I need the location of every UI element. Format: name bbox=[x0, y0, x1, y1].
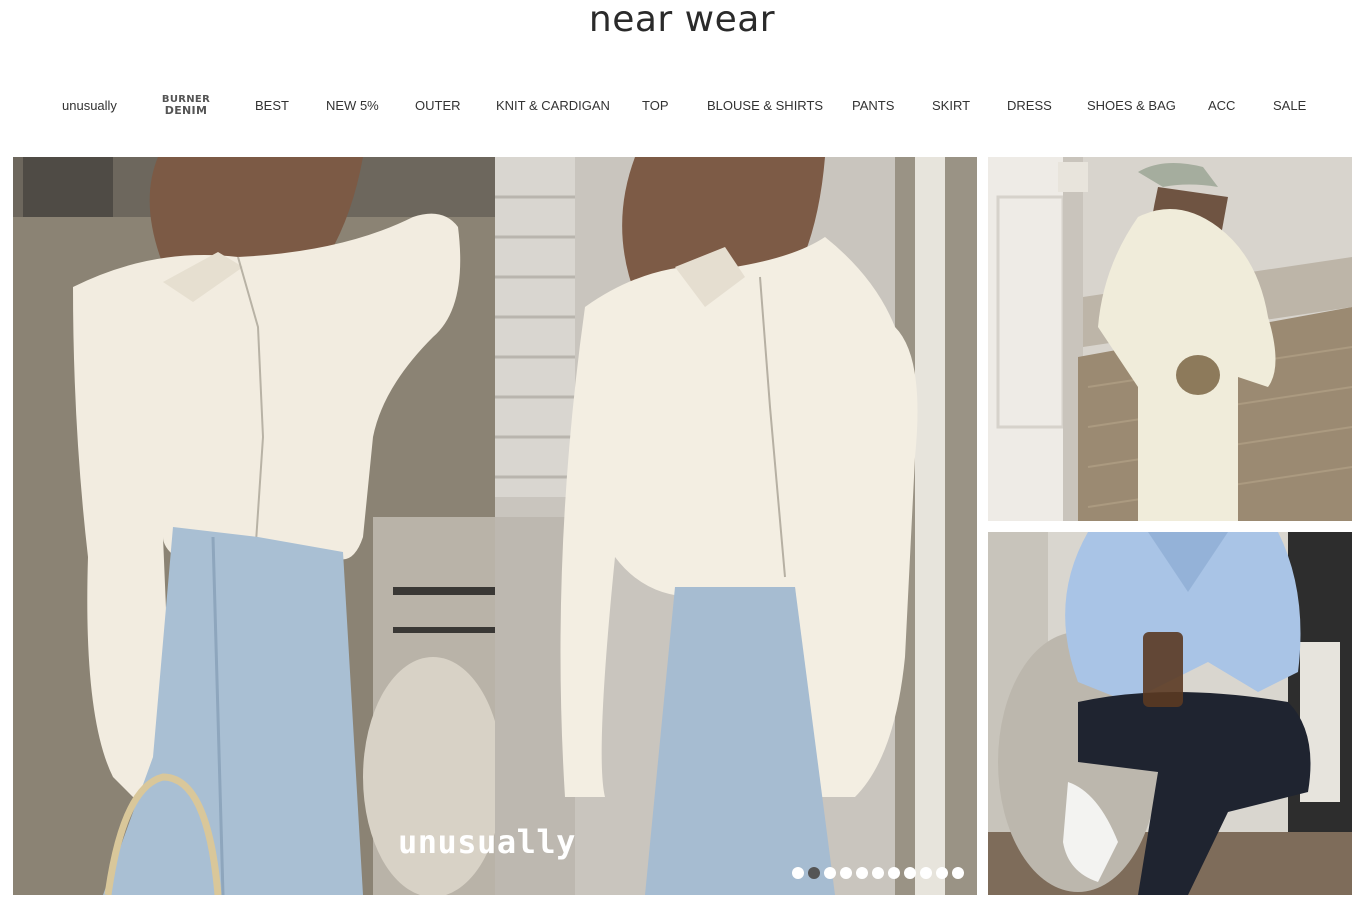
hero-photo-left-image bbox=[13, 157, 495, 895]
nav-item-sale[interactable]: SALE bbox=[1273, 88, 1306, 122]
nav-item-new[interactable]: NEW 5% bbox=[326, 88, 379, 122]
slider-dot-9[interactable] bbox=[920, 867, 932, 879]
side-banner-top-image bbox=[988, 157, 1352, 521]
nav-item-knit-cardigan[interactable]: KNIT & CARDIGAN bbox=[496, 88, 610, 122]
side-banner-bottom-image bbox=[988, 532, 1352, 895]
slider-dot-1[interactable] bbox=[792, 867, 804, 879]
nav-item-skirt[interactable]: SKIRT bbox=[932, 88, 970, 122]
nav-item-pants[interactable]: PANTS bbox=[852, 88, 894, 122]
slider-dot-8[interactable] bbox=[904, 867, 916, 879]
hero-slider[interactable]: unusually bbox=[13, 157, 977, 895]
nav-item-acc[interactable]: ACC bbox=[1208, 88, 1235, 122]
nav-item-top[interactable]: TOP bbox=[642, 88, 669, 122]
hero-photo-right-image bbox=[495, 157, 977, 895]
site-logo[interactable]: near wear bbox=[0, 0, 1364, 46]
slider-dot-11[interactable] bbox=[952, 867, 964, 879]
nav-item-outer[interactable]: OUTER bbox=[415, 88, 461, 122]
category-nav: unusually BURNER DENIM BEST NEW 5% OUTER… bbox=[0, 88, 1364, 122]
nav-item-best[interactable]: BEST bbox=[255, 88, 289, 122]
nav-item-unusually[interactable]: unusually bbox=[62, 88, 117, 122]
hero-photo-left bbox=[13, 157, 495, 895]
nav-item-blouse-shirts[interactable]: BLOUSE & SHIRTS bbox=[707, 88, 823, 122]
slider-pagination bbox=[792, 867, 964, 879]
nav-item-burner-denim[interactable]: BURNER DENIM bbox=[162, 88, 210, 122]
hero-photo-right bbox=[495, 157, 977, 895]
nav-item-shoes-bag[interactable]: SHOES & BAG bbox=[1087, 88, 1176, 122]
slider-dot-2[interactable] bbox=[808, 867, 820, 879]
slider-dot-5[interactable] bbox=[856, 867, 868, 879]
slider-dot-7[interactable] bbox=[888, 867, 900, 879]
slider-dot-3[interactable] bbox=[824, 867, 836, 879]
side-banner-bottom[interactable] bbox=[988, 532, 1352, 895]
slider-dot-10[interactable] bbox=[936, 867, 948, 879]
slider-dot-6[interactable] bbox=[872, 867, 884, 879]
slider-dot-4[interactable] bbox=[840, 867, 852, 879]
hero-caption: unusually bbox=[398, 823, 576, 861]
burner-denim-logo-line2: DENIM bbox=[164, 104, 208, 117]
nav-item-dress[interactable]: DRESS bbox=[1007, 88, 1052, 122]
side-banner-top[interactable] bbox=[988, 157, 1352, 521]
